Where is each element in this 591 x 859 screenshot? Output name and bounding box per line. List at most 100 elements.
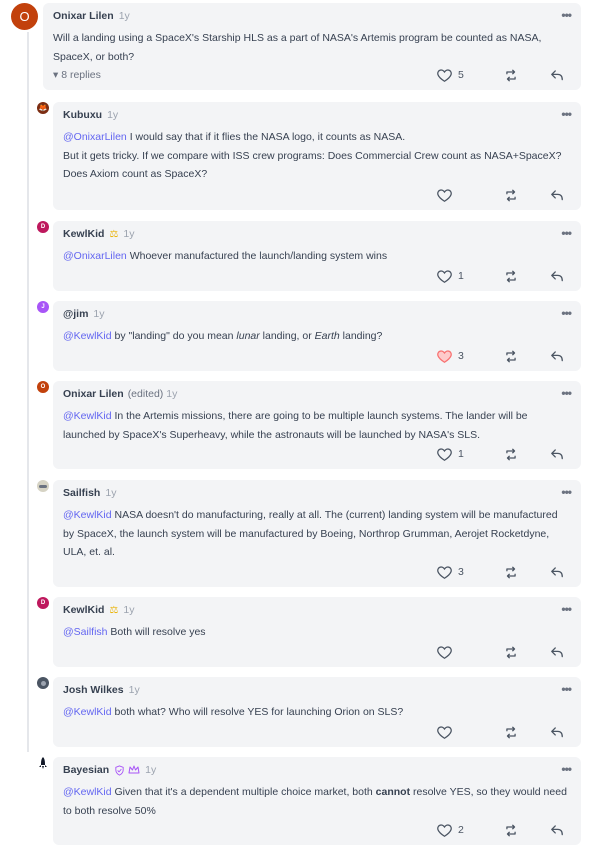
repost-button[interactable] (489, 270, 533, 283)
heart-icon (437, 188, 452, 202)
more-options-icon[interactable]: ••• (561, 107, 572, 121)
like-button[interactable]: 5 (437, 68, 489, 82)
mention-link[interactable]: @KewlKid (63, 786, 112, 798)
mention-link[interactable]: @KewlKid (63, 509, 112, 521)
like-button[interactable] (437, 725, 489, 739)
author-name[interactable]: KewlKid (63, 604, 104, 616)
mention-link[interactable]: @KewlKid (63, 330, 112, 342)
author-name[interactable]: Josh Wilkes (63, 684, 124, 696)
timestamp[interactable]: 1y (123, 228, 134, 240)
avatar[interactable] (37, 677, 49, 689)
more-options-icon[interactable]: ••• (561, 386, 572, 400)
mention-link[interactable]: @OnixarLilen (63, 250, 127, 262)
comment-text-bold: cannot (375, 786, 411, 798)
reply-button[interactable] (533, 270, 581, 282)
repost-button[interactable] (489, 726, 533, 739)
comment-header: Kubuxu 1y (63, 108, 571, 122)
scale-badge-icon: ⚖ (109, 604, 119, 616)
comment-text-part: Given that it's a dependent multiple cho… (111, 786, 376, 798)
avatar[interactable]: D (37, 221, 49, 233)
timestamp[interactable]: 1y (145, 764, 156, 776)
repost-button[interactable] (489, 69, 533, 82)
reply-button[interactable] (533, 824, 581, 836)
repost-button[interactable] (489, 189, 533, 202)
like-button[interactable]: 3 (437, 565, 489, 579)
author-name[interactable]: Bayesian (63, 764, 109, 776)
comment-text-italic: Earth (314, 330, 340, 342)
avatar[interactable] (37, 757, 49, 769)
comment-text: @OnixarLilen I would say that if it flie… (63, 128, 571, 184)
comment-text-part: In the Artemis missions, there are going… (63, 410, 528, 441)
timestamp[interactable]: 1y (105, 487, 116, 499)
avatar-letter: O (40, 384, 46, 390)
reply-icon (550, 566, 564, 578)
timestamp[interactable]: 1y (93, 308, 104, 320)
comment-actions: 1 (437, 439, 581, 469)
comment-bubble: Onixar Lilen (edited) 1y ••• @KewlKid In… (53, 381, 581, 469)
more-options-icon[interactable]: ••• (561, 306, 572, 320)
mention-link[interactable]: @KewlKid (63, 410, 112, 422)
repost-button[interactable] (489, 824, 533, 837)
heart-icon (437, 823, 452, 837)
avatar-letter: J (41, 304, 45, 310)
timestamp[interactable]: 1y (123, 604, 134, 616)
timestamp[interactable]: 1y (166, 388, 177, 400)
reply-button[interactable] (533, 69, 581, 81)
avatar[interactable]: 🦊 (37, 102, 49, 114)
reply-button[interactable] (533, 448, 581, 460)
repost-button[interactable] (489, 646, 533, 659)
more-options-icon[interactable]: ••• (561, 602, 572, 616)
reply-button[interactable] (533, 189, 581, 201)
like-button[interactable]: 3 (437, 349, 489, 363)
timestamp[interactable]: 1y (107, 109, 118, 121)
like-button[interactable]: 2 (437, 823, 489, 837)
avatar[interactable] (37, 480, 49, 492)
more-options-icon[interactable]: ••• (561, 485, 572, 499)
author-name[interactable]: KewlKid (63, 228, 104, 240)
reply-button[interactable] (533, 350, 581, 362)
mention-link[interactable]: @KewlKid (63, 706, 112, 718)
reply-icon (550, 646, 564, 658)
avatar[interactable]: J (37, 301, 49, 313)
mention-link[interactable]: @OnixarLilen (63, 131, 127, 143)
more-options-icon[interactable]: ••• (561, 762, 572, 776)
author-name[interactable]: @jim (63, 308, 88, 320)
avatar[interactable]: O (11, 3, 38, 30)
comment-header: Bayesian 1y (63, 763, 571, 777)
comment-actions: 1 (437, 261, 581, 291)
mention-link[interactable]: @Sailfish (63, 626, 108, 638)
repost-icon (504, 566, 518, 579)
like-button[interactable] (437, 645, 489, 659)
reply-button[interactable] (533, 566, 581, 578)
timestamp[interactable]: 1y (119, 10, 130, 22)
avatar[interactable]: D (37, 597, 49, 609)
repost-button[interactable] (489, 448, 533, 461)
comment-header: Onixar Lilen (edited) 1y (63, 387, 571, 401)
like-button[interactable] (437, 188, 489, 202)
like-button[interactable]: 1 (437, 447, 489, 461)
comment-text-part: landing? (339, 330, 383, 342)
repost-button[interactable] (489, 350, 533, 363)
more-options-icon[interactable]: ••• (561, 682, 572, 696)
repost-icon (504, 69, 518, 82)
comment-text-part: both what? Who will resolve YES for laun… (111, 706, 404, 718)
replies-toggle[interactable]: ▾ 8 replies (53, 69, 101, 81)
reply-button[interactable] (533, 726, 581, 738)
author-name[interactable]: Onixar Lilen (53, 10, 114, 22)
comment-actions: 5 (437, 60, 581, 90)
author-name[interactable]: Sailfish (63, 487, 100, 499)
comment-bubble: KewlKid ⚖ 1y ••• @OnixarLilen Whoever ma… (53, 221, 581, 291)
more-options-icon[interactable]: ••• (561, 8, 572, 22)
crown-icon (128, 765, 140, 775)
author-name[interactable]: Onixar Lilen (63, 388, 124, 400)
timestamp[interactable]: 1y (129, 684, 140, 696)
comment-bubble: Bayesian 1y ••• @KewlKid Given that it's… (53, 757, 581, 845)
author-name[interactable]: Kubuxu (63, 109, 102, 121)
more-options-icon[interactable]: ••• (561, 226, 572, 240)
comment-bubble: Sailfish 1y ••• @KewlKid NASA doesn't do… (53, 480, 581, 587)
reply-button[interactable] (533, 646, 581, 658)
avatar[interactable]: O (37, 381, 49, 393)
like-button[interactable]: 1 (437, 269, 489, 283)
heart-icon (437, 645, 452, 659)
repost-button[interactable] (489, 566, 533, 579)
